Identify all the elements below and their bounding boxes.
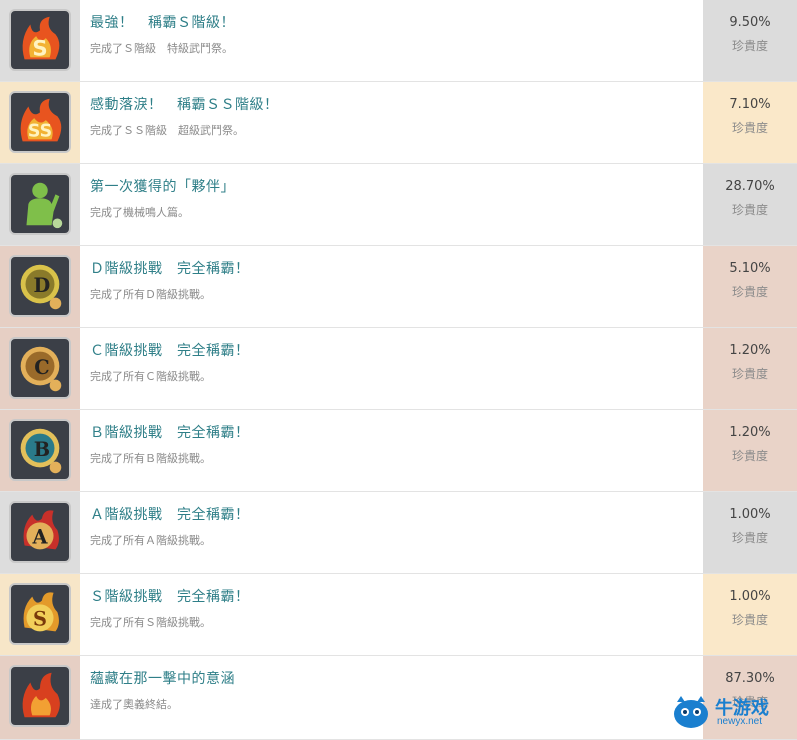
icon-column: A bbox=[0, 492, 80, 573]
icon-column: C bbox=[0, 328, 80, 409]
svg-text:D: D bbox=[34, 274, 51, 297]
rarity-cell: 7.10% 珍貴度 bbox=[703, 82, 797, 163]
achievement-title: 最強！ 稱霸Ｓ階級！ bbox=[90, 12, 235, 32]
rarity-cell: 1.20% 珍貴度 bbox=[703, 328, 797, 409]
achievement-title: Ｂ階級挑戰 完全稱霸！ bbox=[90, 422, 250, 442]
achievement-title: Ｓ階級挑戰 完全稱霸！ bbox=[90, 586, 250, 606]
rarity-label: 珍貴度 bbox=[703, 529, 797, 546]
icon-column: S bbox=[0, 574, 80, 655]
icon-column bbox=[0, 164, 80, 245]
site-watermark: 牛游戏 newyx.net bbox=[671, 692, 793, 734]
rarity-percent: 28.70% bbox=[703, 179, 797, 194]
rarity-label: 珍貴度 bbox=[703, 283, 797, 300]
rarity-cell: 1.20% 珍貴度 bbox=[703, 410, 797, 491]
ss-rank-flame-icon: SS bbox=[9, 91, 71, 153]
d-rank-medal-icon: D bbox=[9, 255, 71, 317]
rarity-label: 珍貴度 bbox=[703, 611, 797, 628]
rarity-cell: 28.70% 珍貴度 bbox=[703, 164, 797, 245]
svg-text:A: A bbox=[32, 526, 49, 549]
achievement-row[interactable]: D Ｄ階級挑戰 完全稱霸！ 完成了所有Ｄ階級挑戰。 5.10% 珍貴度 bbox=[0, 246, 797, 328]
rarity-percent: 87.30% bbox=[703, 671, 797, 686]
s-rank-flame-icon: S bbox=[9, 9, 71, 71]
achievement-list: S 最強！ 稱霸Ｓ階級！ 完成了Ｓ階級 特級武鬥祭。 9.50% 珍貴度 SS … bbox=[0, 0, 797, 740]
rarity-label: 珍貴度 bbox=[703, 37, 797, 54]
svg-text:S: S bbox=[32, 36, 47, 61]
rarity-label: 珍貴度 bbox=[703, 365, 797, 382]
icon-column: D bbox=[0, 246, 80, 327]
achievement-title: 第一次獲得的「夥伴」 bbox=[90, 176, 235, 196]
icon-column: B bbox=[0, 410, 80, 491]
rarity-label: 珍貴度 bbox=[703, 119, 797, 136]
achievement-row[interactable]: SS 感動落淚！ 稱霸ＳＳ階級！ 完成了ＳＳ階級 超級武鬥祭。 7.10% 珍貴… bbox=[0, 82, 797, 164]
achievement-description: 完成了機械鳴人篇。 bbox=[90, 204, 189, 220]
rarity-percent: 1.20% bbox=[703, 343, 797, 358]
achievement-description: 完成了所有Ｄ階級挑戰。 bbox=[90, 286, 211, 302]
b-rank-medal-icon: B bbox=[9, 419, 71, 481]
achievement-description: 完成了ＳＳ階級 超級武鬥祭。 bbox=[90, 122, 244, 138]
icon-column: SS bbox=[0, 82, 80, 163]
rarity-percent: 1.00% bbox=[703, 589, 797, 604]
achievement-description: 完成了所有Ｃ階級挑戰。 bbox=[90, 368, 211, 384]
rarity-percent: 1.00% bbox=[703, 507, 797, 522]
rarity-percent: 1.20% bbox=[703, 425, 797, 440]
rarity-cell: 1.00% 珍貴度 bbox=[703, 492, 797, 573]
achievement-description: 完成了所有Ｓ階級挑戰。 bbox=[90, 614, 211, 630]
achievement-description: 達成了奧義終結。 bbox=[90, 696, 178, 712]
achievement-description: 完成了Ｓ階級 特級武鬥祭。 bbox=[90, 40, 233, 56]
rarity-percent: 9.50% bbox=[703, 15, 797, 30]
achievement-row[interactable]: A Ａ階級挑戰 完全稱霸！ 完成了所有Ａ階級挑戰。 1.00% 珍貴度 bbox=[0, 492, 797, 574]
icon-column bbox=[0, 656, 80, 739]
svg-text:B: B bbox=[34, 438, 50, 461]
s-rank-medal-icon: S bbox=[9, 583, 71, 645]
rarity-percent: 7.10% bbox=[703, 97, 797, 112]
svg-text:SS: SS bbox=[28, 122, 52, 142]
achievement-row[interactable]: B Ｂ階級挑戰 完全稱霸！ 完成了所有Ｂ階級挑戰。 1.20% 珍貴度 bbox=[0, 410, 797, 492]
rarity-label: 珍貴度 bbox=[703, 447, 797, 464]
rarity-percent: 5.10% bbox=[703, 261, 797, 276]
achievement-row[interactable]: S 最強！ 稱霸Ｓ階級！ 完成了Ｓ階級 特級武鬥祭。 9.50% 珍貴度 bbox=[0, 0, 797, 82]
achievement-description: 完成了所有Ｂ階級挑戰。 bbox=[90, 450, 211, 466]
flame-fist-icon bbox=[9, 665, 71, 727]
icon-column: S bbox=[0, 0, 80, 81]
rarity-cell: 1.00% 珍貴度 bbox=[703, 574, 797, 655]
achievement-title: Ｄ階級挑戰 完全稱霸！ bbox=[90, 258, 250, 278]
svg-text:S: S bbox=[33, 608, 47, 631]
rarity-label: 珍貴度 bbox=[703, 201, 797, 218]
achievement-description: 完成了所有Ａ階級挑戰。 bbox=[90, 532, 211, 548]
achievement-title: Ｃ階級挑戰 完全稱霸！ bbox=[90, 340, 250, 360]
mascot-icon bbox=[671, 694, 711, 730]
achievement-title: 感動落淚！ 稱霸ＳＳ階級！ bbox=[90, 94, 279, 114]
achievement-row[interactable]: S Ｓ階級挑戰 完全稱霸！ 完成了所有Ｓ階級挑戰。 1.00% 珍貴度 bbox=[0, 574, 797, 656]
svg-text:C: C bbox=[34, 356, 49, 379]
achievement-row[interactable]: C Ｃ階級挑戰 完全稱霸！ 完成了所有Ｃ階級挑戰。 1.20% 珍貴度 bbox=[0, 328, 797, 410]
partner-silhouette-icon bbox=[9, 173, 71, 235]
c-rank-medal-icon: C bbox=[9, 337, 71, 399]
rarity-cell: 5.10% 珍貴度 bbox=[703, 246, 797, 327]
achievement-title: Ａ階級挑戰 完全稱霸！ bbox=[90, 504, 250, 524]
a-rank-medal-icon: A bbox=[9, 501, 71, 563]
achievement-row[interactable]: 第一次獲得的「夥伴」 完成了機械鳴人篇。 28.70% 珍貴度 bbox=[0, 164, 797, 246]
rarity-cell: 9.50% 珍貴度 bbox=[703, 0, 797, 81]
watermark-url: newyx.net bbox=[717, 716, 762, 727]
achievement-title: 蘊藏在那一擊中的意涵 bbox=[90, 668, 235, 688]
